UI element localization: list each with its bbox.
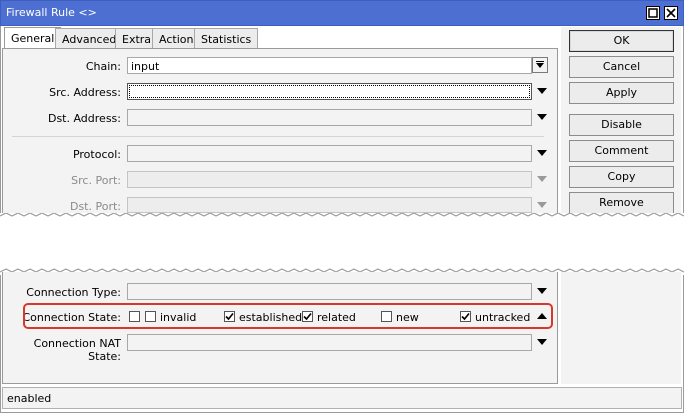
comment-button[interactable]: Comment — [569, 140, 674, 162]
chain-dropdown-button[interactable] — [532, 57, 548, 73]
connection-type-dropdown-icon[interactable] — [536, 286, 548, 296]
dst-address-dropdown-icon[interactable] — [536, 112, 548, 122]
src-address-field[interactable] — [127, 83, 532, 100]
dst-address-label: Dst. Address: — [47, 112, 121, 125]
tab-general[interactable]: General — [4, 27, 62, 49]
close-icon[interactable] — [664, 6, 678, 20]
title-bar[interactable] — [0, 0, 684, 26]
connection-nat-state-label: Connection NAT State: — [33, 337, 121, 363]
tab-advanced[interactable]: Advanced — [55, 28, 124, 48]
protocol-dropdown-icon[interactable] — [536, 148, 548, 158]
tab-statistics[interactable]: Statistics — [194, 28, 259, 48]
connection-nat-state-field[interactable] — [127, 334, 532, 351]
cancel-button[interactable]: Cancel — [569, 56, 674, 78]
dst-port-dropdown-icon — [536, 200, 548, 210]
chain-label: Chain: — [85, 60, 121, 73]
image-break — [0, 212, 684, 275]
button-panel-bottom — [561, 272, 681, 384]
connection-type-field[interactable] — [127, 283, 532, 300]
ok-button[interactable]: OK — [569, 30, 674, 52]
connection-nat-state-dropdown-icon[interactable] — [536, 337, 548, 347]
chain-field[interactable]: input — [127, 57, 532, 74]
protocol-field[interactable] — [127, 145, 532, 162]
status-bar: enabled — [2, 387, 682, 409]
copy-button[interactable]: Copy — [569, 166, 674, 188]
src-port-label: Src. Port: — [71, 174, 121, 187]
dst-address-field[interactable] — [127, 109, 532, 126]
dst-port-field — [127, 197, 532, 213]
src-port-dropdown-icon — [536, 174, 548, 184]
apply-button[interactable]: Apply — [569, 82, 674, 104]
protocol-label: Protocol: — [72, 148, 121, 161]
connection-type-label: Connection Type: — [26, 286, 121, 299]
section-divider — [12, 136, 544, 137]
connection-state-highlight — [23, 303, 553, 329]
status-text: enabled — [7, 392, 52, 405]
src-address-label: Src. Address: — [49, 86, 121, 99]
dst-port-label: Dst. Port: — [69, 200, 121, 213]
src-address-dropdown-icon[interactable] — [536, 86, 548, 96]
window-title: Firewall Rule <> — [6, 6, 97, 19]
maximize-icon[interactable] — [646, 6, 660, 20]
remove-button[interactable]: Remove — [569, 192, 674, 214]
disable-button[interactable]: Disable — [569, 114, 674, 136]
src-port-field — [127, 171, 532, 188]
